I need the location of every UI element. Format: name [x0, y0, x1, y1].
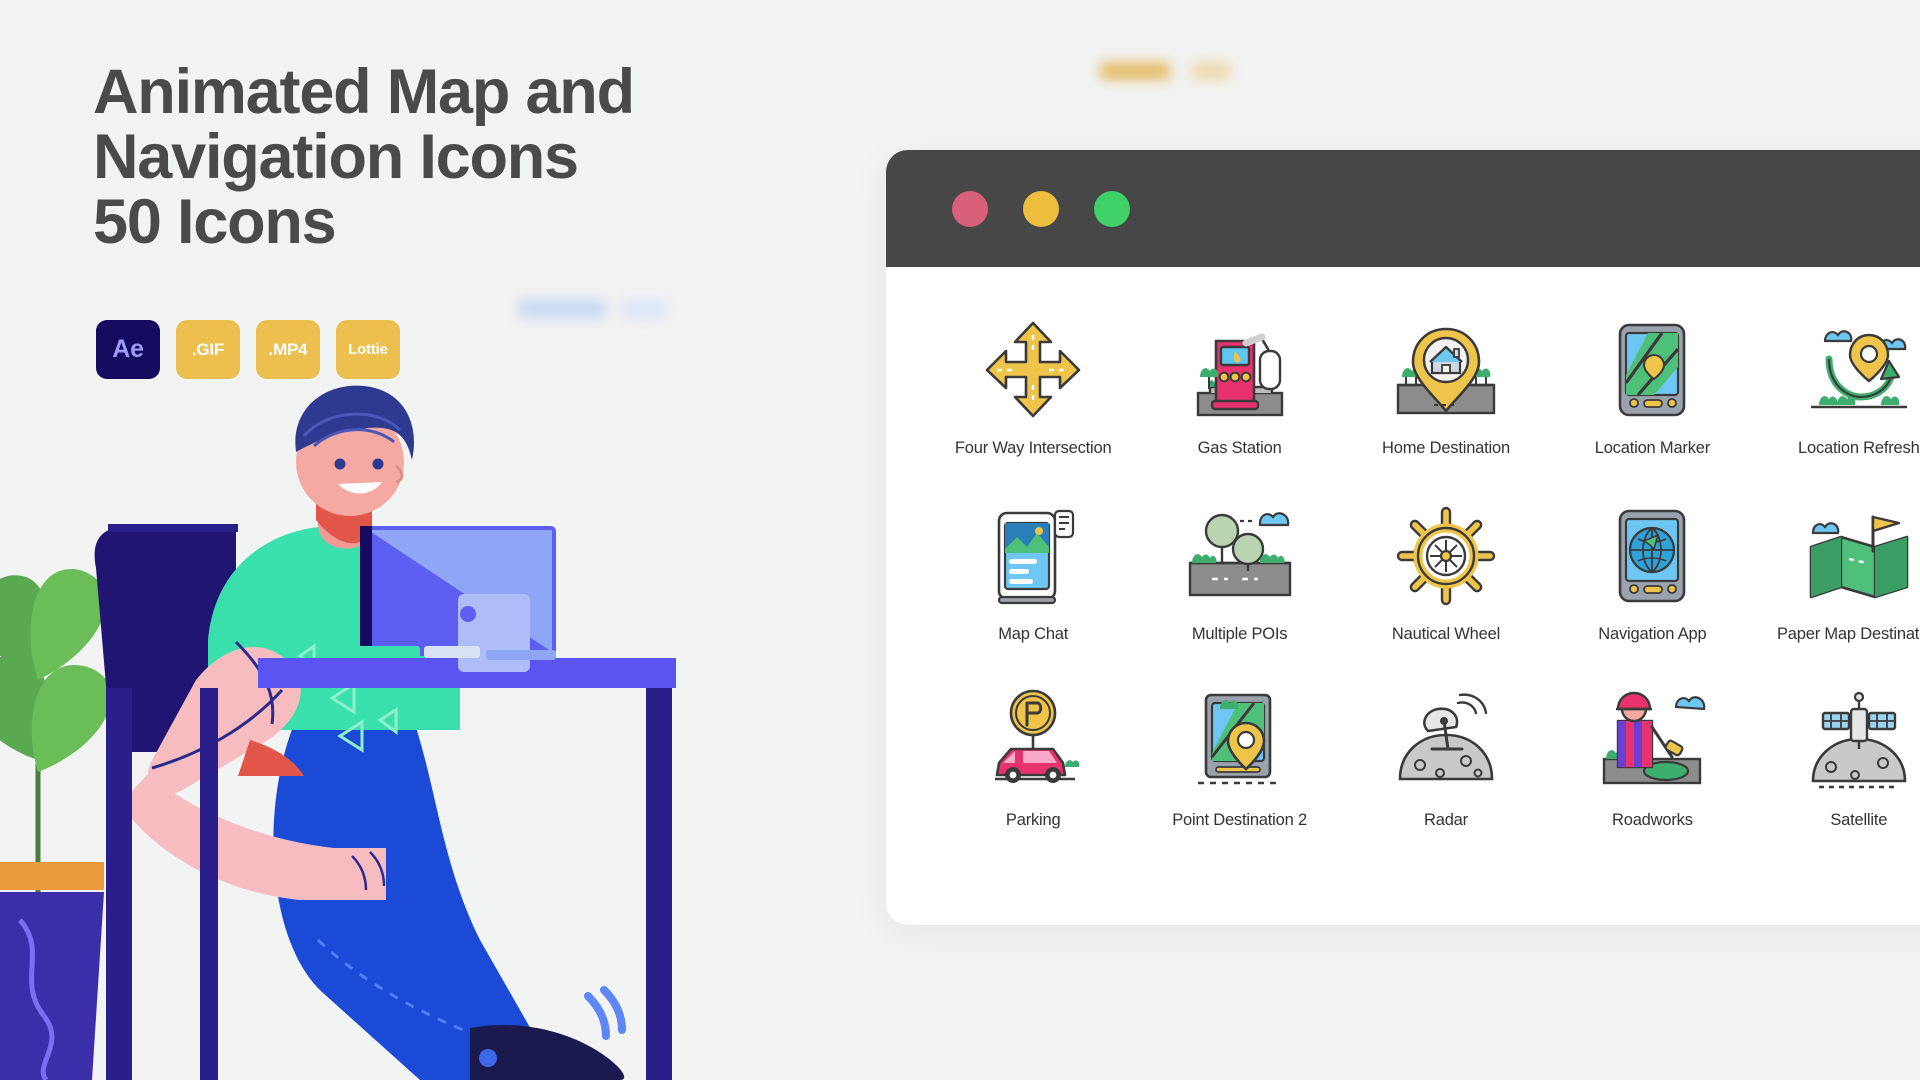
icon-cell[interactable]: Home Destination: [1343, 315, 1549, 501]
icon-label: Paper Map Destination: [1776, 625, 1920, 643]
home-destination-icon: [1396, 327, 1496, 415]
icon-label: Satellite: [1830, 811, 1888, 829]
icon-cell[interactable]: Multiple POIs: [1136, 501, 1342, 687]
title-line-1: Animated Map and: [93, 57, 635, 127]
icon-cell[interactable]: Satellite: [1756, 687, 1920, 873]
icon-cell[interactable]: Radar: [1343, 687, 1549, 873]
icon-cell[interactable]: Four Way Intersection: [930, 315, 1136, 501]
icon-label: Point Destination 2: [1172, 811, 1307, 829]
icon-label: Radar: [1424, 811, 1468, 829]
icon-label: Four Way Intersection: [954, 439, 1112, 457]
format-badge-row: Ae .GIF .MP4 Lottie: [96, 320, 400, 379]
icon-label: Home Destination: [1382, 439, 1510, 457]
page-title: Animated Map and Navigation Icons 50 Ico…: [93, 60, 813, 255]
swatch-blue-a: [518, 300, 606, 318]
map-chat-icon: [997, 509, 1075, 605]
swatch-gold-b: [1192, 62, 1230, 80]
maximize-dot[interactable]: [1094, 190, 1130, 227]
location-refresh-icon: [1810, 330, 1907, 409]
icon-label: Gas Station: [1197, 439, 1282, 457]
window-titlebar: [886, 150, 1920, 267]
icon-cell[interactable]: Point Destination 2: [1136, 687, 1342, 873]
gas-station-icon: [1196, 333, 1283, 417]
browser-window: Four Way Intersection Gas Station Home D…: [886, 150, 1920, 925]
title-line-2: Navigation Icons: [93, 121, 579, 192]
icon-label: Multiple POIs: [1191, 625, 1288, 643]
close-dot[interactable]: [952, 190, 988, 227]
icon-cell[interactable]: Roadworks: [1549, 687, 1755, 873]
icon-cell[interactable]: Location Refresh: [1756, 315, 1920, 501]
paper-map-destination-icon: [1809, 515, 1909, 599]
icon-cell[interactable]: Navigation App: [1549, 501, 1755, 687]
badge-lottie[interactable]: Lottie: [336, 320, 400, 379]
icon-label: Map Chat: [998, 625, 1069, 643]
plant-graphic: [0, 568, 112, 1080]
radar-icon: [1398, 693, 1494, 781]
icon-label: Roadworks: [1612, 811, 1693, 829]
icon-label: Navigation App: [1598, 625, 1707, 643]
icon-cell[interactable]: Gas Station: [1136, 315, 1342, 501]
hero-panel: Animated Map and Navigation Icons 50 Ico…: [0, 0, 860, 1080]
four-way-intersection-icon: [985, 321, 1081, 418]
swatch-blue-b: [622, 300, 666, 318]
badge-after-effects[interactable]: Ae: [96, 320, 160, 379]
roadworks-icon: [1603, 691, 1706, 785]
parking-icon: [995, 689, 1080, 783]
icon-label: Nautical Wheel: [1391, 625, 1501, 643]
badge-gif[interactable]: .GIF: [176, 320, 240, 379]
location-marker-icon: [1619, 323, 1686, 417]
navigation-app-icon: [1619, 509, 1686, 603]
icon-cell[interactable]: Nautical Wheel: [1343, 501, 1549, 687]
swatch-gold-a: [1100, 62, 1170, 80]
workspace-illustration: [0, 385, 676, 1080]
icon-cell[interactable]: Parking: [930, 687, 1136, 873]
minimize-dot[interactable]: [1023, 190, 1059, 227]
icon-cell[interactable]: Paper Map Destination: [1756, 501, 1920, 687]
icon-grid: Four Way Intersection Gas Station Home D…: [886, 267, 1920, 873]
title-line-3: 50 Icons: [93, 186, 337, 257]
badge-mp4[interactable]: .MP4: [256, 320, 320, 379]
person-graphic: [120, 385, 626, 1080]
icon-cell[interactable]: Location Marker: [1549, 315, 1755, 501]
icon-label: Parking: [1005, 811, 1061, 829]
point-destination-2-icon: [1197, 693, 1282, 785]
icon-cell[interactable]: Map Chat: [930, 501, 1136, 687]
satellite-icon: [1811, 691, 1907, 789]
icon-label: Location Refresh: [1798, 439, 1920, 457]
multiple-pois-icon: [1188, 512, 1291, 597]
icon-label: Location Marker: [1594, 439, 1711, 457]
nautical-wheel-icon: [1396, 506, 1496, 606]
